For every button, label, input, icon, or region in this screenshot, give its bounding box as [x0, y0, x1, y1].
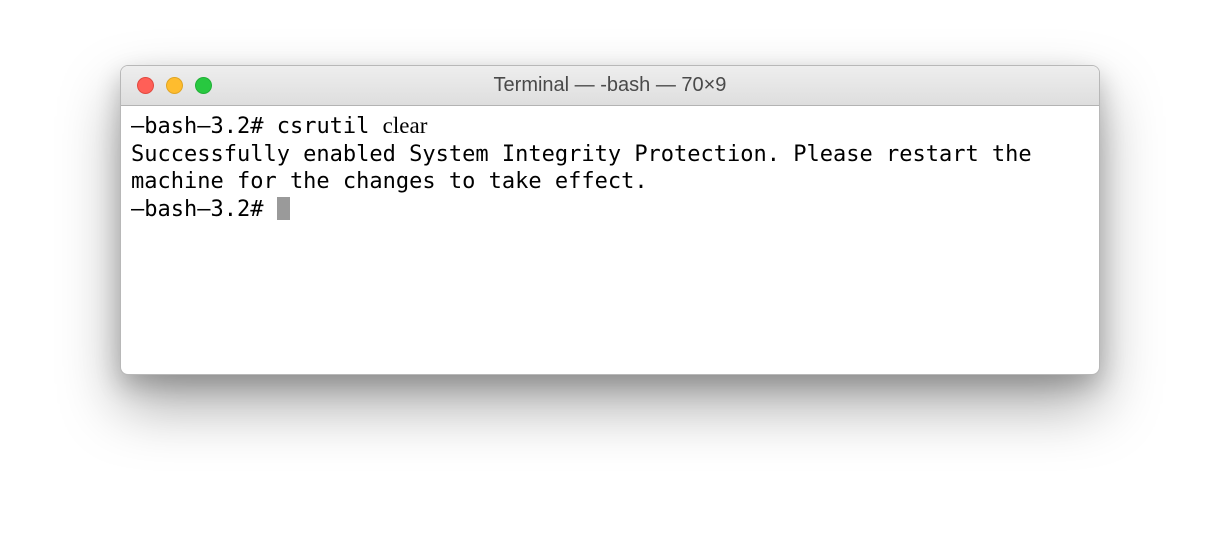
window-titlebar[interactable]: Terminal — -bash — 70×9 — [121, 66, 1099, 106]
cursor-icon — [277, 197, 290, 220]
window-title: Terminal — -bash — 70×9 — [121, 74, 1099, 97]
terminal-window: Terminal — -bash — 70×9 –bash–3.2# csrut… — [120, 65, 1100, 375]
command-text-arg: clear — [383, 113, 428, 138]
terminal-line: –bash–3.2# — [131, 196, 1089, 224]
terminal-output: Successfully enabled System Integrity Pr… — [131, 141, 1089, 196]
zoom-button[interactable] — [195, 77, 212, 94]
terminal-line: –bash–3.2# csrutil clear — [131, 112, 1089, 141]
command-text: csrutil — [277, 114, 383, 139]
traffic-lights — [121, 77, 212, 94]
close-button[interactable] — [137, 77, 154, 94]
terminal-content[interactable]: –bash–3.2# csrutil clearSuccessfully ena… — [121, 106, 1099, 229]
shell-prompt: –bash–3.2# — [131, 197, 277, 222]
shell-prompt: –bash–3.2# — [131, 114, 277, 139]
minimize-button[interactable] — [166, 77, 183, 94]
